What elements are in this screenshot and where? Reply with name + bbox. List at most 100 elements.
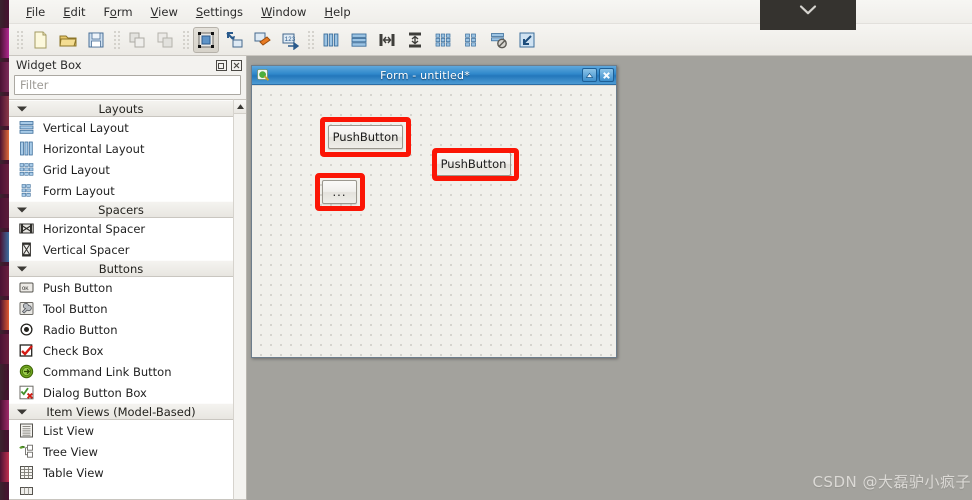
launcher-icon[interactable] [0, 164, 9, 194]
edit-tab-order-button[interactable]: 123 [277, 27, 303, 53]
menu-settings[interactable]: Settings [187, 2, 252, 22]
scroll-up-arrow-icon[interactable] [233, 100, 246, 114]
launcher-icon[interactable] [0, 266, 9, 296]
chevron-down-icon[interactable] [799, 4, 817, 19]
save-form-button[interactable] [83, 27, 109, 53]
menu-view[interactable]: View [142, 2, 187, 22]
widget-item-grid-layout[interactable]: Grid Layout [9, 159, 233, 180]
chevron-down-icon [17, 266, 27, 271]
menu-form[interactable]: Form [95, 2, 142, 22]
widget-box-list: Layouts Vertical Layout Horizontal Layou… [9, 99, 233, 500]
tool-button-1[interactable]: ... [322, 180, 357, 204]
menu-mnemonic: o [109, 4, 117, 19]
layout-vertically-button[interactable] [346, 27, 372, 53]
layout-splitter-vertical-button[interactable] [402, 27, 428, 53]
menu-window[interactable]: Window [252, 2, 315, 22]
widget-box-body: Layouts Vertical Layout Horizontal Layou… [9, 99, 246, 500]
menu-mnemonic: E [63, 4, 71, 19]
push-button-1[interactable]: PushButton [328, 125, 403, 149]
push-button-2[interactable]: PushButton [436, 152, 511, 176]
widget-item-tool-button[interactable]: Tool Button [9, 298, 233, 319]
new-document-icon [34, 31, 47, 48]
toolbar-separator [181, 28, 190, 51]
scrollbar-track[interactable] [233, 114, 246, 499]
category-header-layouts[interactable]: Layouts [9, 100, 233, 117]
category-label: Buttons [98, 261, 144, 276]
widget-item-table-view[interactable]: Table View [9, 462, 233, 483]
launcher-icon[interactable] [0, 198, 9, 228]
form-close-button[interactable] [599, 68, 614, 82]
filter-input[interactable] [14, 75, 241, 95]
layout-vertical-icon [351, 33, 367, 47]
launcher-icon[interactable] [0, 130, 9, 160]
layout-splitter-horizontal-button[interactable] [374, 27, 400, 53]
close-dock-icon[interactable] [230, 59, 243, 72]
category-header-spacers[interactable]: Spacers [9, 201, 233, 218]
open-form-button[interactable] [55, 27, 81, 53]
undo-button[interactable] [124, 27, 150, 53]
break-layout-icon [491, 32, 507, 48]
category-header-buttons[interactable]: Buttons [9, 260, 233, 277]
launcher-icon[interactable] [0, 400, 9, 430]
launcher-icon[interactable] [0, 452, 9, 482]
widget-item-column-view[interactable] [9, 483, 233, 499]
tab-order-icon: 123 [282, 33, 300, 50]
launcher-icon[interactable] [0, 300, 9, 330]
category-header-item-views[interactable]: Item Views (Model-Based) [9, 403, 233, 420]
widget-item-label: Check Box [43, 343, 104, 358]
break-layout-button[interactable] [486, 27, 512, 53]
widget-item-command-link-button[interactable]: Command Link Button [9, 361, 233, 382]
unity-launcher-strip[interactable] [0, 0, 9, 500]
edit-signals-slots-button[interactable] [221, 27, 247, 53]
csdn-watermark: CSDN @大磊驴小疯子 [812, 473, 971, 491]
form-preview-window[interactable]: Form - untitled* PushButton PushButton .… [251, 65, 617, 358]
grid-layout-icon [18, 161, 35, 178]
widget-item-label: Radio Button [43, 322, 118, 337]
tool-button-1-label: ... [332, 185, 347, 199]
widget-item-horizontal-layout[interactable]: Horizontal Layout [9, 138, 233, 159]
form-titlebar[interactable]: Form - untitled* [252, 66, 616, 85]
launcher-icon[interactable] [0, 334, 9, 364]
widget-item-form-layout[interactable]: Form Layout [9, 180, 233, 201]
launcher-icon[interactable] [0, 28, 9, 58]
widget-box-scrollbar[interactable] [233, 99, 246, 500]
widget-item-push-button[interactable]: OK Push Button [9, 277, 233, 298]
form-maximize-button[interactable] [582, 68, 597, 82]
layout-grid-icon [435, 33, 451, 46]
layout-grid-button[interactable] [430, 27, 456, 53]
chevron-down-icon [17, 409, 27, 414]
widget-item-horizontal-spacer[interactable]: Horizontal Spacer [9, 218, 233, 239]
layout-horizontally-button[interactable] [318, 27, 344, 53]
table-view-icon [18, 464, 35, 481]
layout-form-button[interactable] [458, 27, 484, 53]
widget-item-vertical-layout[interactable]: Vertical Layout [9, 117, 233, 138]
svg-text:123: 123 [285, 36, 296, 43]
widget-item-check-box[interactable]: Check Box [9, 340, 233, 361]
toolbar-separator [15, 28, 24, 51]
widget-item-tree-view[interactable]: Tree View [9, 441, 233, 462]
new-form-button[interactable] [27, 27, 53, 53]
widget-item-vertical-spacer[interactable]: Vertical Spacer [9, 239, 233, 260]
widget-item-radio-button[interactable]: Radio Button [9, 319, 233, 340]
widget-item-label: List View [43, 423, 95, 438]
edit-widgets-button[interactable] [193, 26, 219, 53]
launcher-icon[interactable] [0, 96, 9, 126]
launcher-icon[interactable] [0, 232, 9, 262]
widget-item-list-view[interactable]: List View [9, 420, 233, 441]
copy-forward-icon [157, 32, 173, 47]
widget-box-title: Widget Box [16, 58, 82, 72]
menu-file[interactable]: File [17, 2, 54, 22]
widget-item-label: Horizontal Layout [43, 141, 145, 156]
redo-button[interactable] [152, 27, 178, 53]
float-dock-icon[interactable] [215, 59, 228, 72]
launcher-icon[interactable] [0, 62, 9, 92]
toolbar-separator [306, 28, 315, 51]
menu-help[interactable]: Help [315, 2, 359, 22]
menu-edit[interactable]: Edit [54, 2, 94, 22]
widget-item-dialog-button-box[interactable]: Dialog Button Box [9, 382, 233, 403]
form-canvas[interactable]: PushButton PushButton ... [252, 85, 616, 357]
menu-mnemonic: F [26, 4, 32, 19]
dark-overlay-panel[interactable] [760, 0, 856, 30]
edit-buddies-button[interactable] [249, 27, 275, 53]
adjust-size-button[interactable] [514, 27, 540, 53]
